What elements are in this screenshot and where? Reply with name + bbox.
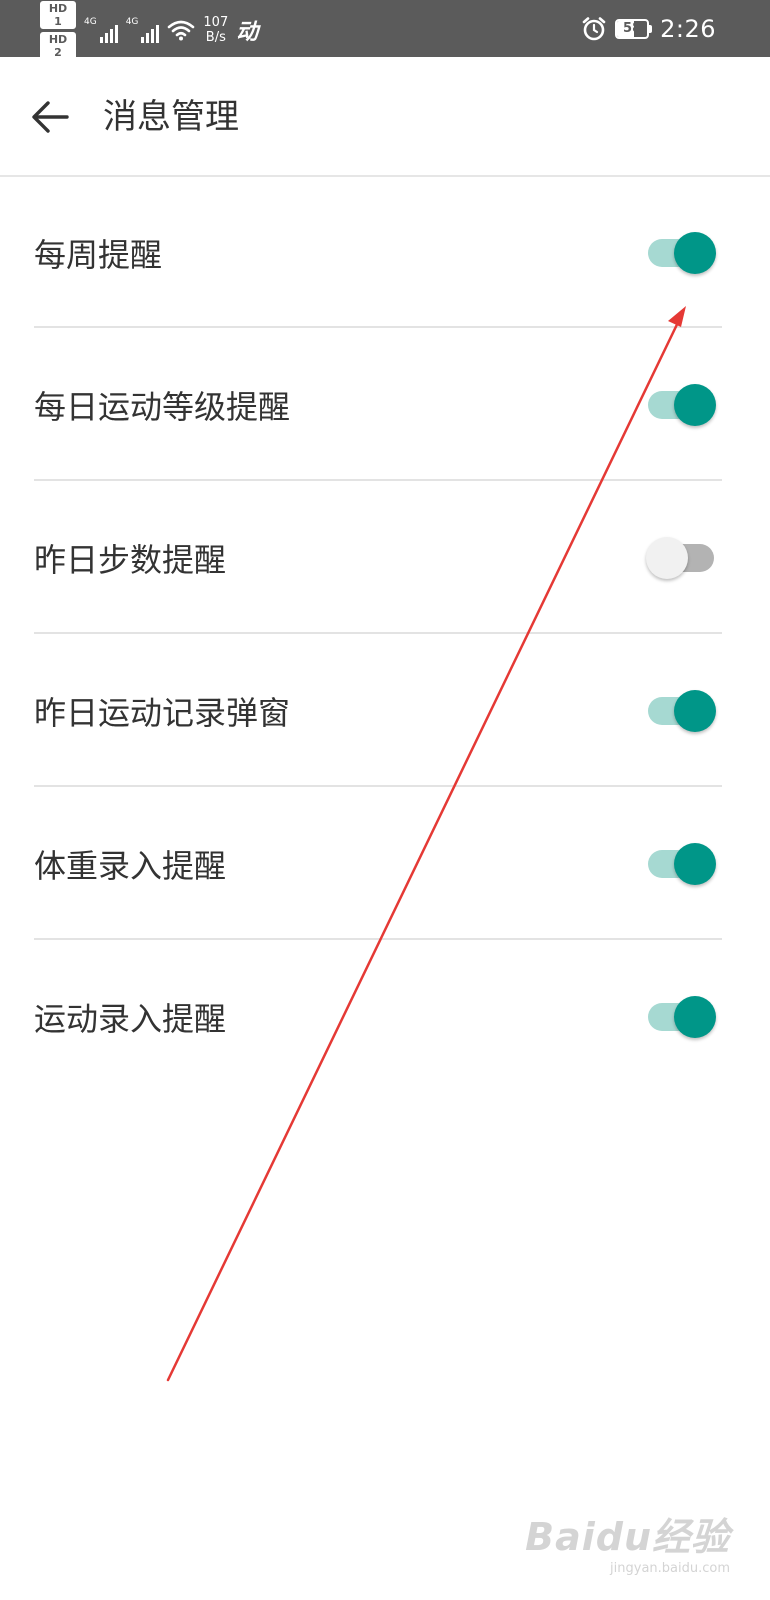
battery-body: 58 xyxy=(615,18,650,39)
network-speed: 107 B/s xyxy=(203,15,228,45)
setting-row-weight-entry-reminder: 体重录入提醒 xyxy=(0,787,770,940)
network-type-2: 4G xyxy=(125,17,139,27)
sim-badges: HD 1 HD 2 xyxy=(40,0,76,60)
toggle-thumb xyxy=(674,383,716,426)
status-bar-left: HD 1 HD 2 4G 4G 107 B/s 动 xyxy=(40,0,259,60)
yesterday-record-popup-toggle[interactable] xyxy=(646,688,716,734)
signal-strength-2-icon: 4G xyxy=(126,17,160,43)
toggle-thumb xyxy=(674,689,716,732)
settings-list: 每周提醒 每日运动等级提醒 昨日步数提醒 昨日运动记录弹窗 体重录入提醒 运动录… xyxy=(0,177,770,1093)
network-speed-unit: B/s xyxy=(205,30,226,45)
arrow-left-icon xyxy=(32,101,69,133)
status-bar-right: 58 2:26 xyxy=(581,0,716,57)
setting-row-daily-level-reminder: 每日运动等级提醒 xyxy=(0,328,770,481)
sim1-hd-badge: HD 1 xyxy=(40,0,76,29)
battery-tip xyxy=(649,24,653,33)
battery-level-text: 58 xyxy=(623,20,642,36)
battery-icon: 58 xyxy=(615,18,653,39)
wifi-icon xyxy=(168,20,195,41)
setting-label: 运动录入提醒 xyxy=(34,999,227,1038)
status-bar: HD 1 HD 2 4G 4G 107 B/s 动 58 2:26 xyxy=(0,0,770,60)
setting-label: 每周提醒 xyxy=(34,235,163,274)
setting-label: 昨日运动记录弹窗 xyxy=(34,693,291,732)
baidu-jingyan-watermark: Baidu经验 jingyan.baidu.com xyxy=(525,1506,730,1576)
network-speed-value: 107 xyxy=(203,15,229,30)
network-type-1: 4G xyxy=(84,17,97,27)
watermark-url: jingyan.baidu.com xyxy=(610,1561,730,1576)
toggle-thumb xyxy=(646,536,688,579)
setting-row-yesterday-record-popup: 昨日运动记录弹窗 xyxy=(0,634,770,787)
exercise-entry-reminder-toggle[interactable] xyxy=(646,994,716,1040)
toggle-thumb xyxy=(674,231,716,274)
setting-row-weekly-reminder: 每周提醒 xyxy=(0,177,770,328)
page-title: 消息管理 xyxy=(103,97,239,137)
daily-level-reminder-toggle[interactable] xyxy=(646,382,716,428)
setting-row-exercise-entry-reminder: 运动录入提醒 xyxy=(0,940,770,1093)
app-header: 消息管理 xyxy=(0,57,770,175)
sim2-hd-badge: HD 2 xyxy=(40,31,76,60)
weight-entry-reminder-toggle[interactable] xyxy=(646,841,716,887)
activity-notification-icon: 动 xyxy=(236,20,259,45)
yesterday-steps-reminder-toggle[interactable] xyxy=(646,535,716,581)
setting-label: 体重录入提醒 xyxy=(34,846,227,885)
toggle-thumb xyxy=(674,842,716,885)
setting-label: 每日运动等级提醒 xyxy=(34,387,291,426)
setting-label: 昨日步数提醒 xyxy=(34,540,227,579)
toggle-thumb xyxy=(674,995,716,1038)
weekly-reminder-toggle[interactable] xyxy=(646,230,716,276)
alarm-clock-icon xyxy=(582,16,606,40)
status-clock: 2:26 xyxy=(660,14,716,43)
setting-row-yesterday-steps-reminder: 昨日步数提醒 xyxy=(0,481,770,634)
watermark-logo: Baidu经验 xyxy=(525,1515,730,1559)
back-button[interactable] xyxy=(30,97,70,137)
signal-strength-1-icon: 4G xyxy=(84,17,118,43)
